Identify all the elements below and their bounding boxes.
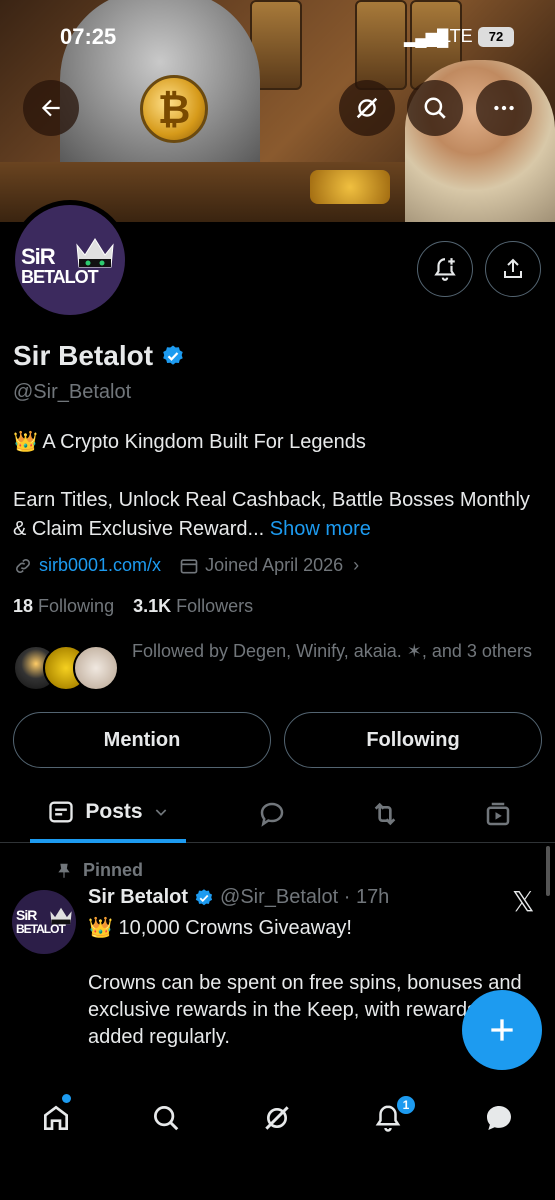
- following-count: 18: [13, 596, 34, 616]
- followers-you-know-avatars[interactable]: [13, 645, 123, 691]
- grok-button[interactable]: [339, 80, 395, 136]
- post-text-line1: 👑 10,000 Crowns Giveaway!: [88, 917, 352, 939]
- verified-badge-icon[interactable]: [161, 344, 185, 368]
- profile-name: Sir Betalot: [13, 340, 185, 372]
- posts-icon: [49, 801, 74, 823]
- nav-grok[interactable]: [257, 1098, 297, 1138]
- bitcoin-icon: ₿: [140, 75, 208, 143]
- followers-count: 3.1K: [133, 596, 172, 616]
- following-stat[interactable]: 18 Following: [13, 596, 114, 616]
- nav-home[interactable]: [36, 1098, 76, 1138]
- website-link[interactable]: sirb0001.com/x: [39, 555, 161, 576]
- pin-icon: [58, 863, 70, 878]
- post-header: Sir Betalot @Sir_Betalot · 17h: [88, 886, 389, 909]
- grok-icon: [356, 97, 378, 119]
- search-icon: [424, 97, 446, 119]
- banner-coins: [310, 170, 390, 204]
- tab-replies[interactable]: [250, 785, 294, 843]
- chevron-down-icon: [155, 809, 166, 816]
- profile-avatar[interactable]: SiR BETALOT: [10, 200, 130, 320]
- share-button[interactable]: [485, 241, 541, 297]
- search-icon: [154, 1106, 179, 1131]
- status-bar: 07:25 ▂▄▆█ LTE 72: [0, 22, 555, 52]
- post-handle-time: @Sir_Betalot · 17h: [220, 886, 390, 908]
- bio-line2: Earn Titles, Unlock Real Cashback, Battl…: [13, 486, 543, 544]
- home-icon: [44, 1105, 68, 1130]
- arrow-left-icon: [41, 99, 60, 117]
- profile-handle: @Sir_Betalot: [13, 381, 132, 403]
- profile-meta: sirb0001.com/x Joined April 2026 ›: [13, 555, 359, 576]
- status-time: 07:25: [60, 24, 117, 49]
- following-button[interactable]: Following: [284, 712, 542, 768]
- joined-date: Joined April 2026: [205, 555, 344, 575]
- more-icon: [494, 105, 514, 111]
- repost-icon: [374, 802, 396, 826]
- crown-icon: [76, 238, 114, 268]
- grok-icon: [265, 1106, 289, 1130]
- bottom-navigation: 1: [0, 1080, 555, 1200]
- avatar: [73, 645, 119, 691]
- nav-search[interactable]: [146, 1098, 186, 1138]
- bio-line1: 👑 A Crypto Kingdom Built For Legends: [13, 431, 366, 453]
- profile-tabs: Posts: [0, 785, 555, 843]
- post-avatar[interactable]: SiR BETALOT: [12, 890, 76, 954]
- compose-button[interactable]: [462, 990, 542, 1070]
- back-button[interactable]: [23, 80, 79, 136]
- calendar-icon: [180, 558, 198, 573]
- pinned-indicator: Pinned: [55, 860, 143, 881]
- crown-icon: [50, 907, 72, 925]
- chevron-right-icon[interactable]: ›: [353, 555, 359, 576]
- bell-plus-icon: [434, 258, 456, 281]
- search-button[interactable]: [407, 80, 463, 136]
- notification-badge: 1: [395, 1094, 417, 1116]
- mention-button[interactable]: Mention: [13, 712, 271, 768]
- tab-posts-label: Posts: [85, 800, 143, 823]
- tab-posts[interactable]: Posts: [30, 785, 186, 843]
- network-label: LTE: [441, 26, 473, 46]
- reply-icon: [260, 802, 284, 827]
- tab-reposts[interactable]: [363, 785, 407, 843]
- scrollbar[interactable]: [546, 846, 550, 896]
- pinned-label: Pinned: [83, 860, 144, 880]
- followed-by-text[interactable]: Followed by Degen, Winify, akaia. ✶, and…: [132, 638, 532, 665]
- battery-icon: 72: [478, 27, 514, 47]
- link-icon: [16, 558, 30, 573]
- profile-name-text: Sir Betalot: [13, 340, 154, 371]
- notify-button[interactable]: [417, 241, 473, 297]
- media-icon: [486, 802, 510, 826]
- more-button[interactable]: [476, 80, 532, 136]
- x-logo-icon[interactable]: 𝕏: [512, 885, 535, 918]
- nav-messages[interactable]: [479, 1098, 519, 1138]
- show-more-link[interactable]: Show more: [270, 518, 371, 540]
- new-content-dot: [62, 1094, 71, 1103]
- followers-label: Followers: [176, 596, 254, 616]
- share-icon: [504, 258, 522, 278]
- chat-icon: [487, 1106, 511, 1130]
- following-label: Following: [38, 596, 115, 616]
- tab-media[interactable]: [476, 785, 520, 843]
- followers-stat[interactable]: 3.1K Followers: [133, 596, 253, 616]
- post-author[interactable]: Sir Betalot: [88, 886, 188, 909]
- plus-icon: [491, 1019, 513, 1041]
- verified-badge-icon: [195, 888, 213, 905]
- follow-stats: 18 Following 3.1K Followers: [13, 596, 253, 617]
